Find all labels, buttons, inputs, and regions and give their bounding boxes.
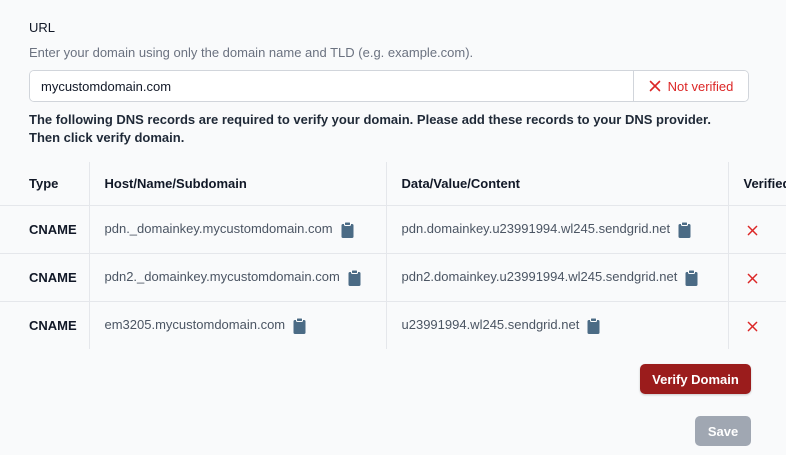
record-data: u23991994.wl245.sendgrid.net: [401, 317, 580, 333]
clipboard-icon[interactable]: [678, 221, 691, 238]
record-host: pdn2._domainkey.mycustomdomain.com: [104, 269, 340, 285]
record-type: CNAME: [0, 253, 89, 302]
clipboard-icon[interactable]: [587, 317, 600, 334]
record-type: CNAME: [0, 205, 89, 254]
record-data-cell: u23991994.wl245.sendgrid.net: [385, 301, 728, 349]
table-row: CNAME pdn2._domainkey.mycustomdomain.com…: [0, 253, 786, 302]
clipboard-icon[interactable]: [685, 269, 698, 286]
record-data: pdn2.domainkey.u23991994.wl245.sendgrid.…: [401, 269, 678, 285]
verify-domain-button[interactable]: Verify Domain: [640, 364, 751, 394]
x-icon: [747, 225, 757, 236]
header-host: Host/Name/Subdomain: [88, 162, 386, 206]
record-host: pdn._domainkey.mycustomdomain.com: [104, 221, 333, 237]
header-data: Data/Value/Content: [385, 162, 728, 206]
record-data: pdn.domainkey.u23991994.wl245.sendgrid.n…: [401, 221, 671, 237]
x-icon: [747, 321, 757, 332]
dns-instructions: The following DNS records are required t…: [29, 112, 711, 145]
save-button[interactable]: Save: [695, 416, 751, 446]
record-type: CNAME: [29, 318, 77, 333]
domain-input-group: Not verified: [29, 70, 749, 102]
url-label: URL: [29, 20, 56, 35]
table-row: CNAME em3205.mycustomdomain.com u2399199…: [0, 301, 786, 349]
clipboard-icon[interactable]: [341, 221, 354, 238]
dns-records-table: Type Host/Name/Subdomain Data/Value/Cont…: [0, 162, 786, 349]
url-help-text: Enter your domain using only the domain …: [29, 45, 474, 60]
table-row: CNAME pdn._domainkey.mycustomdomain.com …: [0, 205, 786, 254]
record-data-cell: pdn2.domainkey.u23991994.wl245.sendgrid.…: [385, 253, 728, 302]
record-host: em3205.mycustomdomain.com: [104, 317, 286, 333]
x-icon: [649, 80, 660, 92]
record-host-cell: pdn2._domainkey.mycustomdomain.com: [88, 253, 386, 302]
record-data-cell: pdn.domainkey.u23991994.wl245.sendgrid.n…: [385, 205, 728, 254]
record-verified-cell: [727, 253, 786, 302]
record-host-cell: pdn._domainkey.mycustomdomain.com: [88, 205, 386, 254]
record-verified-cell: [727, 301, 786, 349]
clipboard-icon[interactable]: [293, 317, 306, 334]
domain-input[interactable]: [30, 71, 633, 101]
verification-status-text: Not verified: [667, 78, 734, 94]
header-type: Type: [0, 162, 89, 206]
x-icon: [747, 273, 757, 284]
table-header-row: Type Host/Name/Subdomain Data/Value/Cont…: [0, 162, 786, 206]
record-verified-cell: [727, 205, 786, 254]
verification-status: Not verified: [633, 71, 748, 101]
clipboard-icon[interactable]: [348, 269, 361, 286]
record-host-cell: em3205.mycustomdomain.com: [88, 301, 386, 349]
header-verified: Verified: [727, 162, 786, 206]
